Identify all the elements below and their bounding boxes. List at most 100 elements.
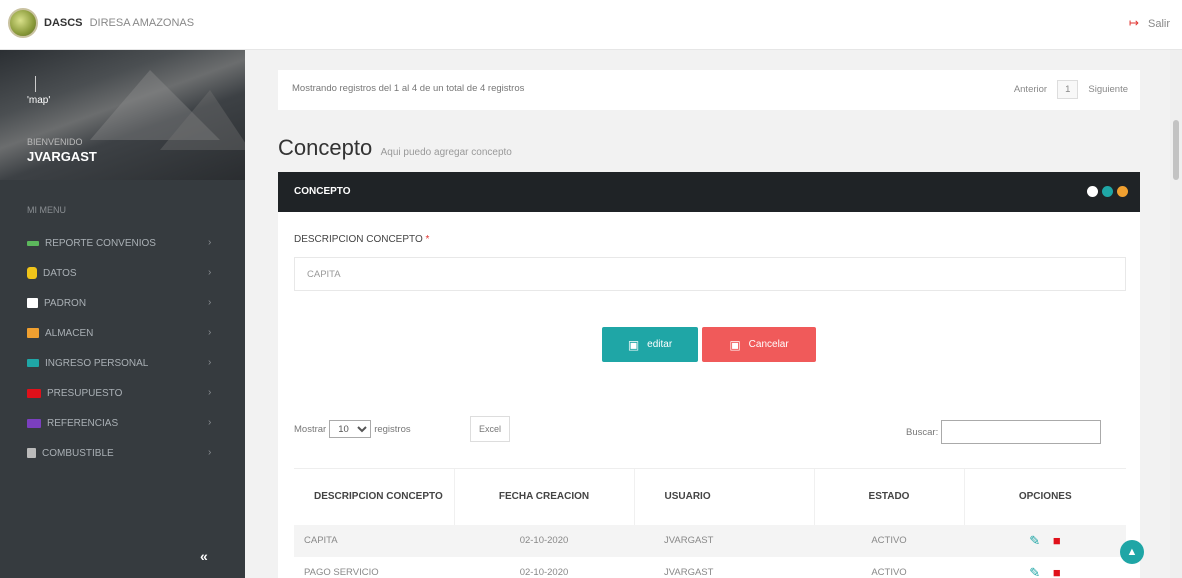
sidebar-item-presupuesto[interactable]: PRESUPUESTO › bbox=[0, 378, 245, 408]
card-title: CONCEPTO bbox=[294, 186, 351, 197]
page-subtitle: Aqui puedo agregar concepto bbox=[380, 147, 512, 158]
required-mark: * bbox=[425, 234, 430, 245]
cell-fecha: 02-10-2020 bbox=[454, 524, 634, 557]
cell-opciones: ✎ ■ bbox=[964, 557, 1126, 578]
cell-estado: ACTIVO bbox=[871, 567, 907, 578]
avatar bbox=[35, 76, 36, 92]
search-label: Buscar: bbox=[906, 426, 939, 438]
table-row: CAPITA 02-10-2020 JVARGAST ACTIVO ✎ ■ bbox=[294, 524, 1126, 557]
cell-usuario: JVARGAST bbox=[634, 524, 814, 557]
prev-page-button[interactable]: Anterior bbox=[1014, 84, 1047, 95]
page-title: Concepto Aqui puedo agregar concepto bbox=[278, 135, 512, 161]
excel-export-button[interactable]: Excel bbox=[470, 416, 510, 442]
column-header-usuario[interactable]: USUARIO bbox=[633, 468, 814, 525]
records-info-bar: Mostrando registros del 1 al 4 de un tot… bbox=[278, 70, 1140, 110]
sidebar-item-ingreso-personal[interactable]: INGRESO PERSONAL › bbox=[0, 348, 245, 378]
username: JVARGAST bbox=[27, 149, 97, 164]
table-row: PAGO SERVICIO 02-10-2020 JVARGAST ACTIVO… bbox=[294, 557, 1126, 578]
show-suffix: registros bbox=[374, 423, 411, 435]
check-icon bbox=[27, 240, 39, 246]
fullscreen-icon[interactable] bbox=[1087, 186, 1098, 197]
show-prefix: Mostrar bbox=[294, 423, 327, 435]
scrollbar-thumb[interactable] bbox=[1173, 120, 1179, 180]
page-scrollbar[interactable] bbox=[1170, 50, 1182, 578]
chevron-up-icon: ▲ bbox=[1126, 546, 1138, 558]
sidebar: 'map' BIENVENIDO JVARGAST MI MENU REPORT… bbox=[0, 50, 245, 578]
sidebar-item-combustible[interactable]: COMBUSTIBLE › bbox=[0, 438, 245, 468]
next-page-button[interactable]: Siguiente bbox=[1088, 84, 1128, 95]
minimize-icon[interactable] bbox=[1117, 186, 1128, 197]
sidebar-item-reporte-convenios[interactable]: REPORTE CONVENIOS › bbox=[0, 228, 245, 258]
sidebar-item-referencias[interactable]: REFERENCIAS › bbox=[0, 408, 245, 438]
edit-icon[interactable]: ✎ bbox=[1029, 565, 1040, 578]
save-icon: ▣ bbox=[627, 337, 640, 352]
column-header-fecha[interactable]: FECHA CREACION bbox=[453, 468, 634, 525]
concepto-card: CONCEPTO DESCRIPCION CONCEPTO * ▣ editar… bbox=[278, 172, 1140, 578]
sidebar-item-label: ALMACEN bbox=[45, 327, 94, 339]
table-header-row: DESCRIPCION CONCEPTO FECHA CREACION USUA… bbox=[294, 468, 1126, 525]
welcome-text: BIENVENIDO bbox=[27, 137, 83, 147]
chevron-right-icon: › bbox=[208, 297, 212, 308]
sidebar-item-padron[interactable]: PADRON › bbox=[0, 288, 245, 318]
chevron-right-icon: › bbox=[208, 327, 212, 338]
card-controls bbox=[1083, 186, 1128, 197]
descripcion-label: DESCRIPCION CONCEPTO * bbox=[294, 234, 429, 245]
chevron-right-icon: › bbox=[208, 447, 212, 458]
database-icon bbox=[27, 267, 37, 279]
column-header-estado[interactable]: ESTADO bbox=[813, 468, 964, 525]
logout-label: Salir bbox=[1147, 18, 1170, 30]
card-header: CONCEPTO bbox=[278, 172, 1140, 212]
sidebar-item-label: PRESUPUESTO bbox=[47, 387, 123, 399]
chevron-right-icon: › bbox=[208, 267, 212, 278]
cubes-icon bbox=[27, 328, 39, 338]
logout-link[interactable]: ↦ Salir bbox=[1129, 16, 1170, 30]
save-icon: ▣ bbox=[729, 337, 741, 352]
sidebar-item-label: DATOS bbox=[43, 267, 77, 279]
trash-icon[interactable]: ■ bbox=[1053, 565, 1061, 578]
sidebar-item-label: INGRESO PERSONAL bbox=[45, 357, 149, 369]
records-summary: Mostrando registros del 1 al 4 de un tot… bbox=[292, 83, 525, 94]
descripcion-label-text: DESCRIPCION CONCEPTO bbox=[294, 234, 423, 245]
sidebar-item-datos[interactable]: DATOS › bbox=[0, 258, 245, 288]
sidebar-item-label: COMBUSTIBLE bbox=[42, 447, 114, 459]
pagination: Anterior 1 Siguiente bbox=[1014, 80, 1128, 99]
list-icon bbox=[27, 418, 41, 428]
edit-button-label: editar bbox=[647, 339, 673, 350]
chevron-right-icon: › bbox=[208, 237, 212, 248]
cancel-button-label: Cancelar bbox=[748, 339, 789, 350]
edit-icon[interactable]: ✎ bbox=[1029, 533, 1040, 548]
page-size-control: Mostrar 10 registros bbox=[294, 420, 411, 438]
column-header-descripcion[interactable]: DESCRIPCION CONCEPTO bbox=[294, 468, 454, 525]
refresh-icon[interactable] bbox=[1102, 186, 1113, 197]
brand-name: DASCS bbox=[44, 17, 83, 29]
edit-button[interactable]: ▣ editar bbox=[602, 327, 698, 362]
menu-title: MI MENU bbox=[27, 205, 66, 215]
page-size-select[interactable]: 10 bbox=[329, 420, 372, 438]
descripcion-input[interactable] bbox=[294, 257, 1126, 291]
trash-icon[interactable]: ■ bbox=[1053, 533, 1061, 548]
cell-estado: ACTIVO bbox=[814, 524, 964, 557]
cell-usuario: JVARGAST bbox=[664, 567, 714, 578]
user-panel: 'map' BIENVENIDO JVARGAST bbox=[0, 50, 245, 180]
chevron-right-icon: › bbox=[208, 357, 212, 368]
avatar-alt-text: 'map' bbox=[27, 95, 51, 106]
page-number-button[interactable]: 1 bbox=[1057, 80, 1079, 99]
org-name: DIRESA AMAZONAS bbox=[89, 17, 195, 29]
search-control: Buscar: bbox=[906, 420, 1102, 444]
sidebar-item-almacen[interactable]: ALMACEN › bbox=[0, 318, 245, 348]
chevron-right-icon: › bbox=[208, 417, 212, 428]
sign-out-icon: ↦ bbox=[1128, 16, 1139, 30]
chevron-right-icon: › bbox=[208, 387, 212, 398]
sidebar-menu: REPORTE CONVENIOS › DATOS › PADRON › ALM… bbox=[0, 228, 245, 468]
cell-opciones: ✎ ■ bbox=[964, 524, 1126, 557]
cell-fecha: 02-10-2020 bbox=[519, 567, 569, 578]
scroll-to-top-button[interactable]: ▲ bbox=[1120, 540, 1144, 564]
sidebar-item-label: REFERENCIAS bbox=[47, 417, 119, 429]
search-input[interactable] bbox=[941, 420, 1102, 444]
cell-descripcion: PAGO SERVICIO bbox=[304, 567, 379, 578]
collapse-sidebar-button[interactable]: « bbox=[200, 548, 220, 568]
cancel-button[interactable]: ▣ Cancelar bbox=[702, 327, 816, 362]
page-title-text: Concepto bbox=[278, 135, 373, 160]
gas-icon bbox=[27, 448, 36, 458]
concepto-table: DESCRIPCION CONCEPTO FECHA CREACION USUA… bbox=[294, 468, 1126, 578]
